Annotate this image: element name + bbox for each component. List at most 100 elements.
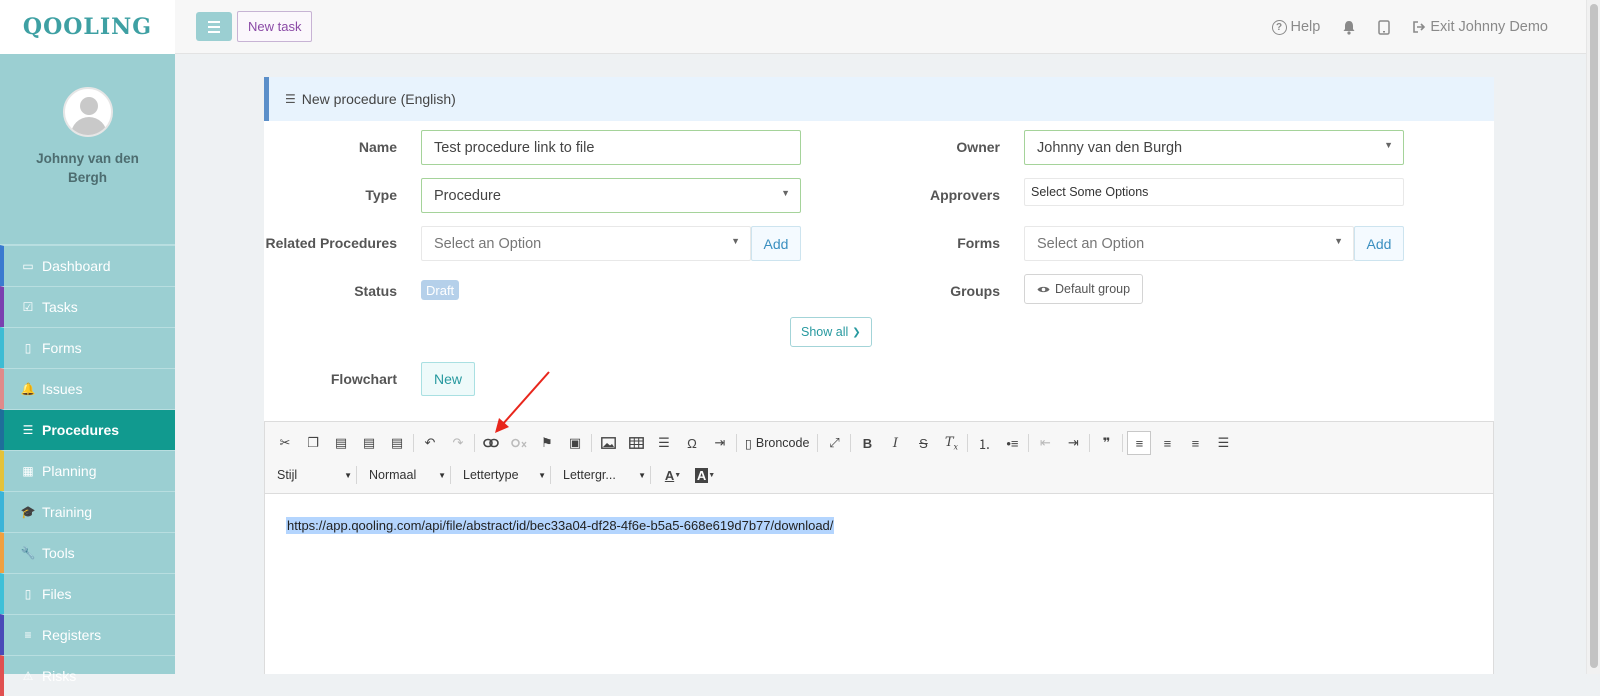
warning-icon: ⚠ bbox=[22, 669, 34, 683]
format-dropdown[interactable]: Normaal ▼ bbox=[365, 466, 451, 484]
outdent-icon[interactable]: ⇤ bbox=[1033, 431, 1057, 455]
sidebar-item-procedures[interactable]: ☰ Procedures bbox=[0, 409, 175, 450]
sidebar-item-training[interactable]: 🎓 Training bbox=[0, 491, 175, 532]
caret-down-icon: ▼ bbox=[731, 236, 740, 246]
forms-select[interactable]: Select an Option ▼ bbox=[1024, 226, 1354, 261]
add-related-procedure-button[interactable]: Add bbox=[751, 226, 801, 261]
unlink-icon[interactable] bbox=[507, 431, 531, 455]
editor-content-area[interactable]: https://app.qooling.com/api/file/abstrac… bbox=[264, 494, 1494, 674]
type-label: Type bbox=[365, 187, 397, 203]
undo-icon[interactable]: ↶ bbox=[418, 431, 442, 455]
sidebar-item-planning[interactable]: ▦ Planning bbox=[0, 450, 175, 491]
type-value: Procedure bbox=[434, 187, 501, 204]
new-flowchart-button[interactable]: New bbox=[421, 362, 476, 396]
status-badge: Draft bbox=[421, 280, 460, 300]
image-icon[interactable] bbox=[596, 431, 620, 455]
cut-icon[interactable]: ✂ bbox=[273, 431, 297, 455]
editor-selected-url[interactable]: https://app.qooling.com/api/file/abstrac… bbox=[286, 517, 835, 534]
anchor-flag-icon[interactable]: ⚑ bbox=[535, 431, 559, 455]
remove-format-icon[interactable]: Tx bbox=[939, 431, 963, 455]
name-label: Name bbox=[358, 139, 397, 155]
forms-label: Forms bbox=[957, 235, 1000, 251]
background-color-icon[interactable]: A ▼ bbox=[691, 463, 719, 487]
table-icon[interactable] bbox=[624, 431, 648, 455]
sidebar: QOOLING Johnny van den Bergh ▭ Dashboard ☑… bbox=[0, 0, 175, 696]
name-input[interactable]: Test procedure link to file bbox=[421, 130, 801, 165]
forms-placeholder: Select an Option bbox=[1037, 235, 1145, 252]
sidebar-item-dashboard[interactable]: ▭ Dashboard bbox=[0, 245, 175, 286]
copy-icon[interactable]: ❐ bbox=[301, 431, 325, 455]
show-all-button[interactable]: Show all ❯ bbox=[790, 317, 872, 347]
scroll-thumb[interactable] bbox=[1590, 4, 1598, 668]
sidebar-item-label: Dashboard bbox=[42, 258, 111, 274]
file-icon: ▯ bbox=[24, 587, 32, 601]
help-label: Help bbox=[1290, 19, 1321, 35]
strikethrough-icon[interactable]: S bbox=[911, 431, 935, 455]
paste-word-icon[interactable]: ▤ bbox=[385, 431, 409, 455]
logo-box[interactable]: QOOLING bbox=[0, 0, 175, 54]
special-char-icon[interactable]: Ω bbox=[680, 431, 704, 455]
owner-select[interactable]: Johnny van den Burgh ▼ bbox=[1024, 130, 1404, 165]
align-center-icon[interactable]: ≡ bbox=[1155, 431, 1179, 455]
sidebar-item-issues[interactable]: 🔔 Issues bbox=[0, 368, 175, 409]
sidebar-item-registers[interactable]: ≡ Registers bbox=[0, 614, 175, 655]
format-label: Normaal bbox=[369, 468, 417, 482]
help-icon: ? bbox=[1271, 19, 1287, 35]
user-name: Johnny van den Bergh bbox=[36, 151, 139, 185]
align-justify-icon[interactable]: ☰ bbox=[1211, 431, 1235, 455]
paste-icon[interactable]: ▤ bbox=[329, 431, 353, 455]
font-dropdown[interactable]: Lettertype ▼ bbox=[459, 466, 551, 484]
sign-out-icon bbox=[1413, 21, 1426, 33]
default-group-button[interactable]: Default group bbox=[1024, 274, 1144, 304]
related-procedures-select[interactable]: Select an Option ▼ bbox=[421, 226, 751, 261]
show-all-label: Show all bbox=[801, 325, 849, 339]
numbered-list-icon[interactable]: ⒈ bbox=[972, 431, 996, 455]
indent-icon[interactable]: ⇥ bbox=[1061, 431, 1085, 455]
help-link[interactable]: ? Help bbox=[1271, 19, 1321, 35]
approvers-multiselect[interactable]: Select Some Options bbox=[1024, 178, 1404, 206]
exit-demo-link[interactable]: Exit Johnny Demo bbox=[1412, 19, 1548, 35]
bold-icon[interactable]: B bbox=[855, 431, 879, 455]
source-button[interactable]: ▯ Broncode bbox=[741, 436, 813, 451]
sidebar-item-risks[interactable]: ⚠ Risks bbox=[0, 655, 175, 696]
page-break-icon[interactable]: ⇥ bbox=[708, 431, 732, 455]
notifications-button[interactable] bbox=[1342, 20, 1356, 35]
tablet-button[interactable] bbox=[1378, 19, 1391, 35]
bulleted-list-icon[interactable]: •≡ bbox=[1000, 431, 1024, 455]
tablet-icon bbox=[1378, 19, 1391, 35]
sidebar-item-label: Training bbox=[42, 504, 93, 520]
page-scrollbar[interactable] bbox=[1586, 0, 1600, 674]
style-dropdown[interactable]: Stijl ▼ bbox=[273, 466, 357, 484]
font-size-dropdown[interactable]: Lettergr... ▼ bbox=[559, 466, 651, 484]
iframe-icon[interactable]: ▣ bbox=[563, 431, 587, 455]
maximize-icon[interactable]: ⤢ bbox=[822, 431, 846, 455]
new-task-button[interactable]: New task bbox=[237, 11, 313, 42]
avatar[interactable] bbox=[62, 87, 113, 137]
add-form-button[interactable]: Add bbox=[1354, 226, 1404, 261]
exit-demo-label: Exit Johnny Demo bbox=[1430, 19, 1548, 35]
related-procedures-label: Related Procedures bbox=[265, 235, 398, 251]
align-right-icon[interactable]: ≡ bbox=[1183, 431, 1207, 455]
sidebar-item-tasks[interactable]: ☑ Tasks bbox=[0, 286, 175, 327]
italic-icon[interactable]: I bbox=[883, 431, 907, 455]
source-label: Broncode bbox=[755, 436, 810, 450]
menu-toggle-button[interactable] bbox=[196, 12, 232, 41]
paste-text-icon[interactable]: ▤ bbox=[357, 431, 381, 455]
align-left-icon[interactable]: ≡ bbox=[1127, 431, 1152, 455]
chevron-down-icon: ❯ bbox=[852, 326, 861, 338]
flowchart-label: Flowchart bbox=[330, 371, 397, 387]
horizontal-rule-icon[interactable]: ☰ bbox=[652, 431, 676, 455]
calendar-icon: ▦ bbox=[22, 464, 34, 478]
user-profile: Johnny van den Bergh bbox=[0, 87, 175, 245]
sidebar-item-tools[interactable]: 🔧 Tools bbox=[0, 532, 175, 573]
blockquote-icon[interactable]: ❞ bbox=[1094, 431, 1118, 455]
eye-icon bbox=[1037, 286, 1050, 292]
app-logo[interactable]: QOOLING bbox=[23, 14, 152, 40]
text-color-icon[interactable]: A ▼ bbox=[659, 463, 687, 487]
sidebar-item-files[interactable]: ▯ Files bbox=[0, 573, 175, 614]
sidebar-item-forms[interactable]: ▯ Forms bbox=[0, 327, 175, 368]
top-right-actions: ? Help Exit Johnny Demo bbox=[1250, 0, 1548, 54]
link-icon[interactable] bbox=[479, 431, 503, 455]
redo-icon[interactable]: ↷ bbox=[446, 431, 470, 455]
type-select[interactable]: Procedure ▼ bbox=[421, 178, 801, 213]
